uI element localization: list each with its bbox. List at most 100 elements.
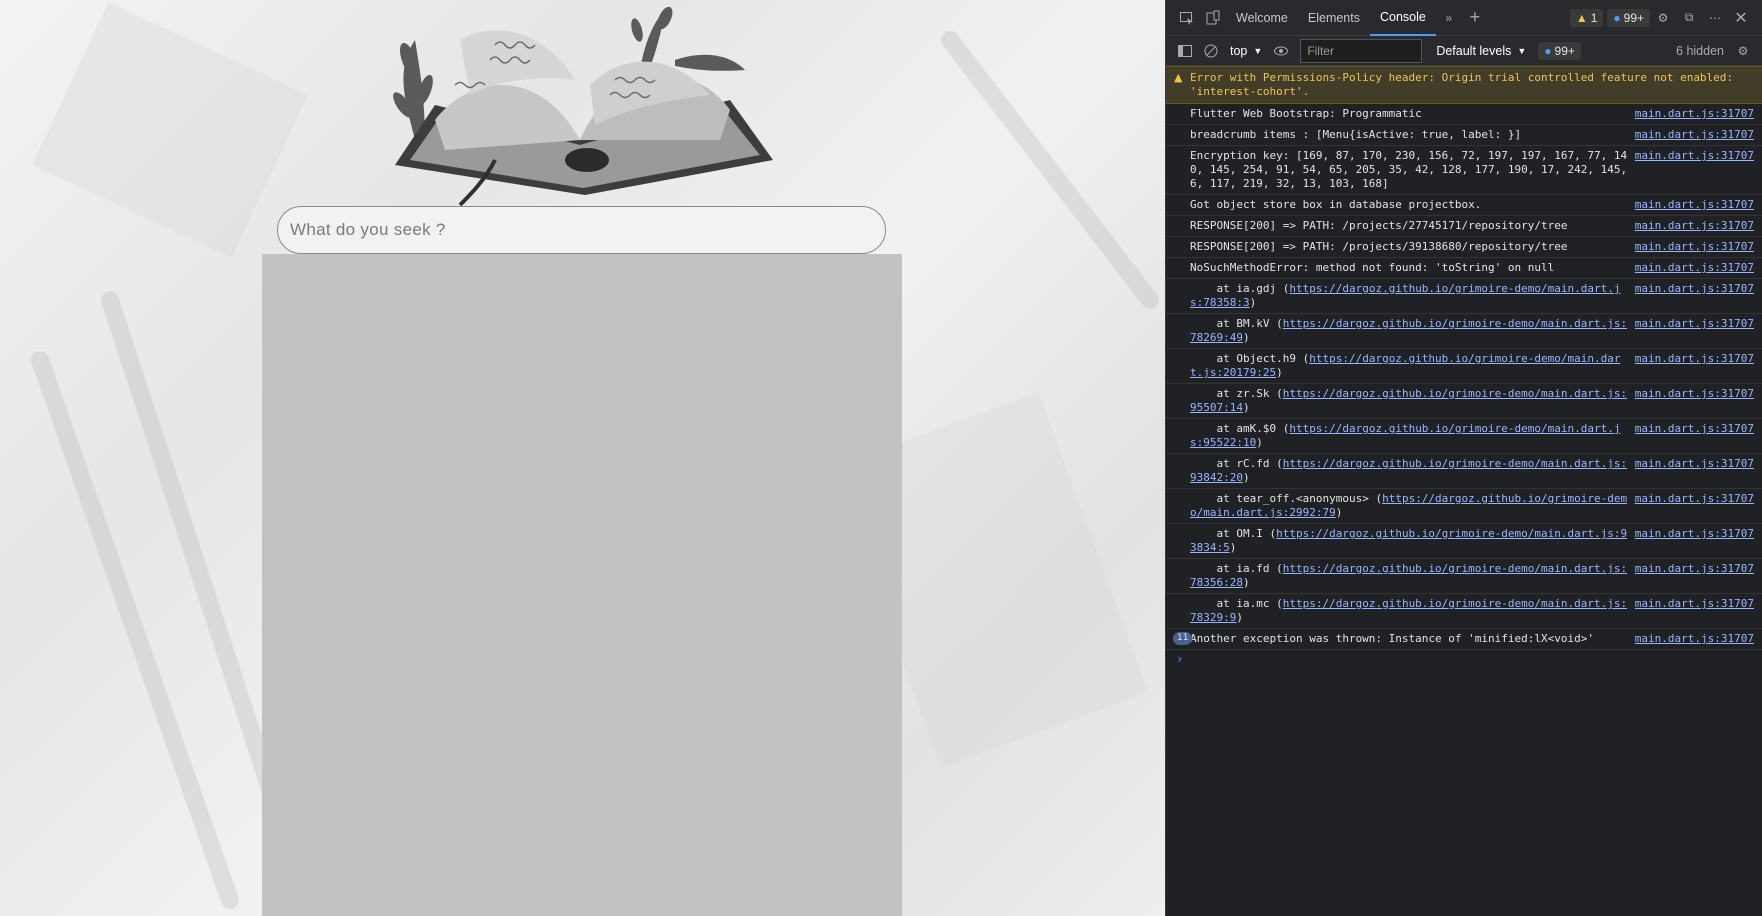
console-filter-input[interactable]	[1300, 38, 1423, 63]
inspect-element-icon[interactable]	[1174, 5, 1200, 31]
stack-trace-row: at Object.h9 (https://dargoz.github.io/g…	[1166, 349, 1762, 384]
warning-triangle-icon: ▲	[1575, 10, 1588, 25]
log-message: breadcrumb items : [Menu{isActive: true,…	[1190, 128, 1522, 141]
stack-frame-suffix: )	[1242, 401, 1250, 414]
stack-frame-prefix: at tear_off.<anonymous> (	[1190, 492, 1383, 505]
log-source-link[interactable]: main.dart.js:31707	[1635, 352, 1754, 380]
console-log-row: RESPONSE[200] => PATH: /projects/2774517…	[1166, 216, 1762, 237]
stack-frame-prefix: at Object.h9 (	[1190, 352, 1310, 365]
devtools-tab-bar: Welcome Elements Console » + ▲ 1 ● 99+ ⚙…	[1166, 0, 1762, 36]
stack-trace-row: at rC.fd (https://dargoz.github.io/grimo…	[1166, 454, 1762, 489]
stack-frame-prefix: at ia.mc (	[1190, 597, 1283, 610]
stack-frame: at ia.gdj (https://dargoz.github.io/grim…	[1190, 282, 1635, 310]
console-prompt[interactable]: ›	[1166, 650, 1762, 668]
tab-welcome[interactable]: Welcome	[1226, 0, 1298, 36]
web-app-viewport	[0, 0, 1165, 916]
stack-frame-prefix: at ia.fd (	[1190, 562, 1283, 575]
log-source-link[interactable]: main.dart.js:31707	[1635, 527, 1754, 555]
stack-frame-suffix: )	[1236, 611, 1243, 624]
log-message: Got object store box in database project…	[1190, 198, 1482, 211]
log-source-link[interactable]: main.dart.js:31707	[1635, 128, 1754, 142]
customize-devtools-icon[interactable]: ⧉	[1676, 5, 1702, 31]
stack-frame-suffix: )	[1229, 541, 1237, 554]
warnings-count: 1	[1590, 10, 1598, 25]
log-source-link[interactable]: main.dart.js:31707	[1635, 317, 1754, 345]
stack-frame: at ia.fd (https://dargoz.github.io/grimo…	[1190, 562, 1635, 590]
stack-frame: at rC.fd (https://dargoz.github.io/grimo…	[1190, 457, 1635, 485]
search-field[interactable]	[277, 206, 886, 254]
stack-frame-prefix: at OM.I (	[1190, 527, 1277, 540]
log-source-link[interactable]: main.dart.js:31707	[1635, 632, 1754, 646]
log-source-link[interactable]: main.dart.js:31707	[1635, 240, 1754, 254]
stack-frame-suffix: )	[1276, 366, 1283, 379]
devtools-panel: Welcome Elements Console » + ▲ 1 ● 99+ ⚙…	[1165, 0, 1762, 916]
log-source-link[interactable]: main.dart.js:31707	[1635, 597, 1754, 625]
settings-gear-icon[interactable]: ⚙	[1650, 5, 1676, 31]
dropdown-arrow-icon: ▼	[1517, 45, 1527, 56]
log-source-link[interactable]: main.dart.js:31707	[1635, 282, 1754, 310]
log-source-link[interactable]: main.dart.js:31707	[1635, 198, 1754, 212]
repeat-count-badge: 11	[1173, 632, 1193, 645]
console-log-row: Got object store box in database project…	[1166, 195, 1762, 216]
live-expression-eye-icon[interactable]	[1268, 38, 1294, 64]
stack-frame-suffix: )	[1335, 506, 1343, 519]
stack-frame: at zr.Sk (https://dargoz.github.io/grimo…	[1190, 387, 1635, 415]
log-source-link[interactable]: main.dart.js:31707	[1635, 562, 1754, 590]
context-value: top	[1230, 43, 1248, 58]
close-devtools-icon[interactable]: ✕	[1728, 5, 1754, 31]
stack-trace-row: at zr.Sk (https://dargoz.github.io/grimo…	[1166, 384, 1762, 419]
log-source-link[interactable]: main.dart.js:31707	[1635, 107, 1754, 121]
context-selector[interactable]: top ▼	[1224, 40, 1268, 62]
more-tabs-chevron-icon[interactable]: »	[1436, 5, 1462, 31]
toolbar-issues-badge[interactable]: ● 99+	[1538, 41, 1581, 60]
stack-trace-row: at ia.mc (https://dargoz.github.io/grimo…	[1166, 594, 1762, 629]
console-settings-gear-icon[interactable]: ⚙	[1730, 38, 1756, 64]
log-message: RESPONSE[200] => PATH: /projects/2774517…	[1190, 219, 1568, 232]
warning-message: Error with Permissions-Policy header: Or…	[1190, 71, 1734, 98]
tab-console[interactable]: Console	[1369, 0, 1436, 36]
log-message: Another exception was thrown: Instance o…	[1190, 632, 1594, 645]
stack-frame-prefix: at ia.gdj (	[1190, 282, 1290, 295]
issues-badge[interactable]: ● 99+	[1607, 8, 1650, 27]
stack-frame: at BM.kV (https://dargoz.github.io/grimo…	[1190, 317, 1635, 345]
log-source-link[interactable]: main.dart.js:31707	[1635, 149, 1754, 191]
console-log-row: NoSuchMethodError: method not found: 'to…	[1166, 258, 1762, 279]
log-message: NoSuchMethodError: method not found: 'to…	[1190, 261, 1555, 274]
stack-frame: at ia.mc (https://dargoz.github.io/grimo…	[1190, 597, 1635, 625]
console-warning-row: ▲ Error with Permissions-Policy header: …	[1166, 66, 1762, 104]
log-source-link[interactable]: main.dart.js:31707	[1635, 219, 1754, 233]
log-source-link[interactable]: main.dart.js:31707	[1635, 261, 1754, 275]
sidebar-toggle-icon[interactable]	[1172, 38, 1198, 64]
more-options-icon[interactable]: ⋯	[1702, 5, 1728, 31]
log-source-link[interactable]: main.dart.js:31707	[1635, 457, 1754, 485]
warning-triangle-icon: ▲	[1174, 71, 1183, 84]
stack-trace-row: at amK.$0 (https://dargoz.github.io/grim…	[1166, 419, 1762, 454]
results-panel	[262, 254, 902, 916]
log-levels-dropdown[interactable]: Default levels ▼	[1428, 44, 1534, 58]
log-message: RESPONSE[200] => PATH: /projects/3913868…	[1190, 240, 1568, 253]
stack-frame-prefix: at rC.fd (	[1190, 457, 1283, 470]
log-source-link[interactable]: main.dart.js:31707	[1635, 387, 1754, 415]
stack-trace-row: at ia.fd (https://dargoz.github.io/grimo…	[1166, 559, 1762, 594]
log-message: Flutter Web Bootstrap: Programmatic	[1190, 107, 1422, 120]
prompt-chevron-icon: ›	[1176, 652, 1184, 666]
clear-console-icon[interactable]	[1198, 38, 1224, 64]
add-tab-plus-icon[interactable]: +	[1462, 5, 1488, 31]
log-source-link[interactable]: main.dart.js:31707	[1635, 492, 1754, 520]
console-log-row: Encryption key: [169, 87, 170, 230, 156,…	[1166, 146, 1762, 195]
console-toolbar: top ▼ Default levels ▼ ● 99+ 6 hidden ⚙	[1166, 36, 1762, 66]
issue-bubble-icon: ●	[1544, 43, 1552, 58]
stack-trace-row: at tear_off.<anonymous> (https://dargoz.…	[1166, 489, 1762, 524]
hidden-messages-count: 6 hidden	[1676, 43, 1724, 58]
stack-frame-prefix: at zr.Sk (	[1190, 387, 1283, 400]
stack-frame-prefix: at BM.kV (	[1190, 317, 1283, 330]
stack-frame-suffix: )	[1256, 436, 1263, 449]
stack-frame-suffix: )	[1242, 471, 1250, 484]
log-source-link[interactable]: main.dart.js:31707	[1635, 422, 1754, 450]
warnings-badge[interactable]: ▲ 1	[1569, 8, 1604, 27]
stack-trace-row: at ia.gdj (https://dargoz.github.io/grim…	[1166, 279, 1762, 314]
stack-trace-row: at OM.I (https://dargoz.github.io/grimoi…	[1166, 524, 1762, 559]
search-input[interactable]	[290, 220, 885, 240]
device-toolbar-icon[interactable]	[1200, 5, 1226, 31]
tab-elements[interactable]: Elements	[1298, 0, 1370, 36]
